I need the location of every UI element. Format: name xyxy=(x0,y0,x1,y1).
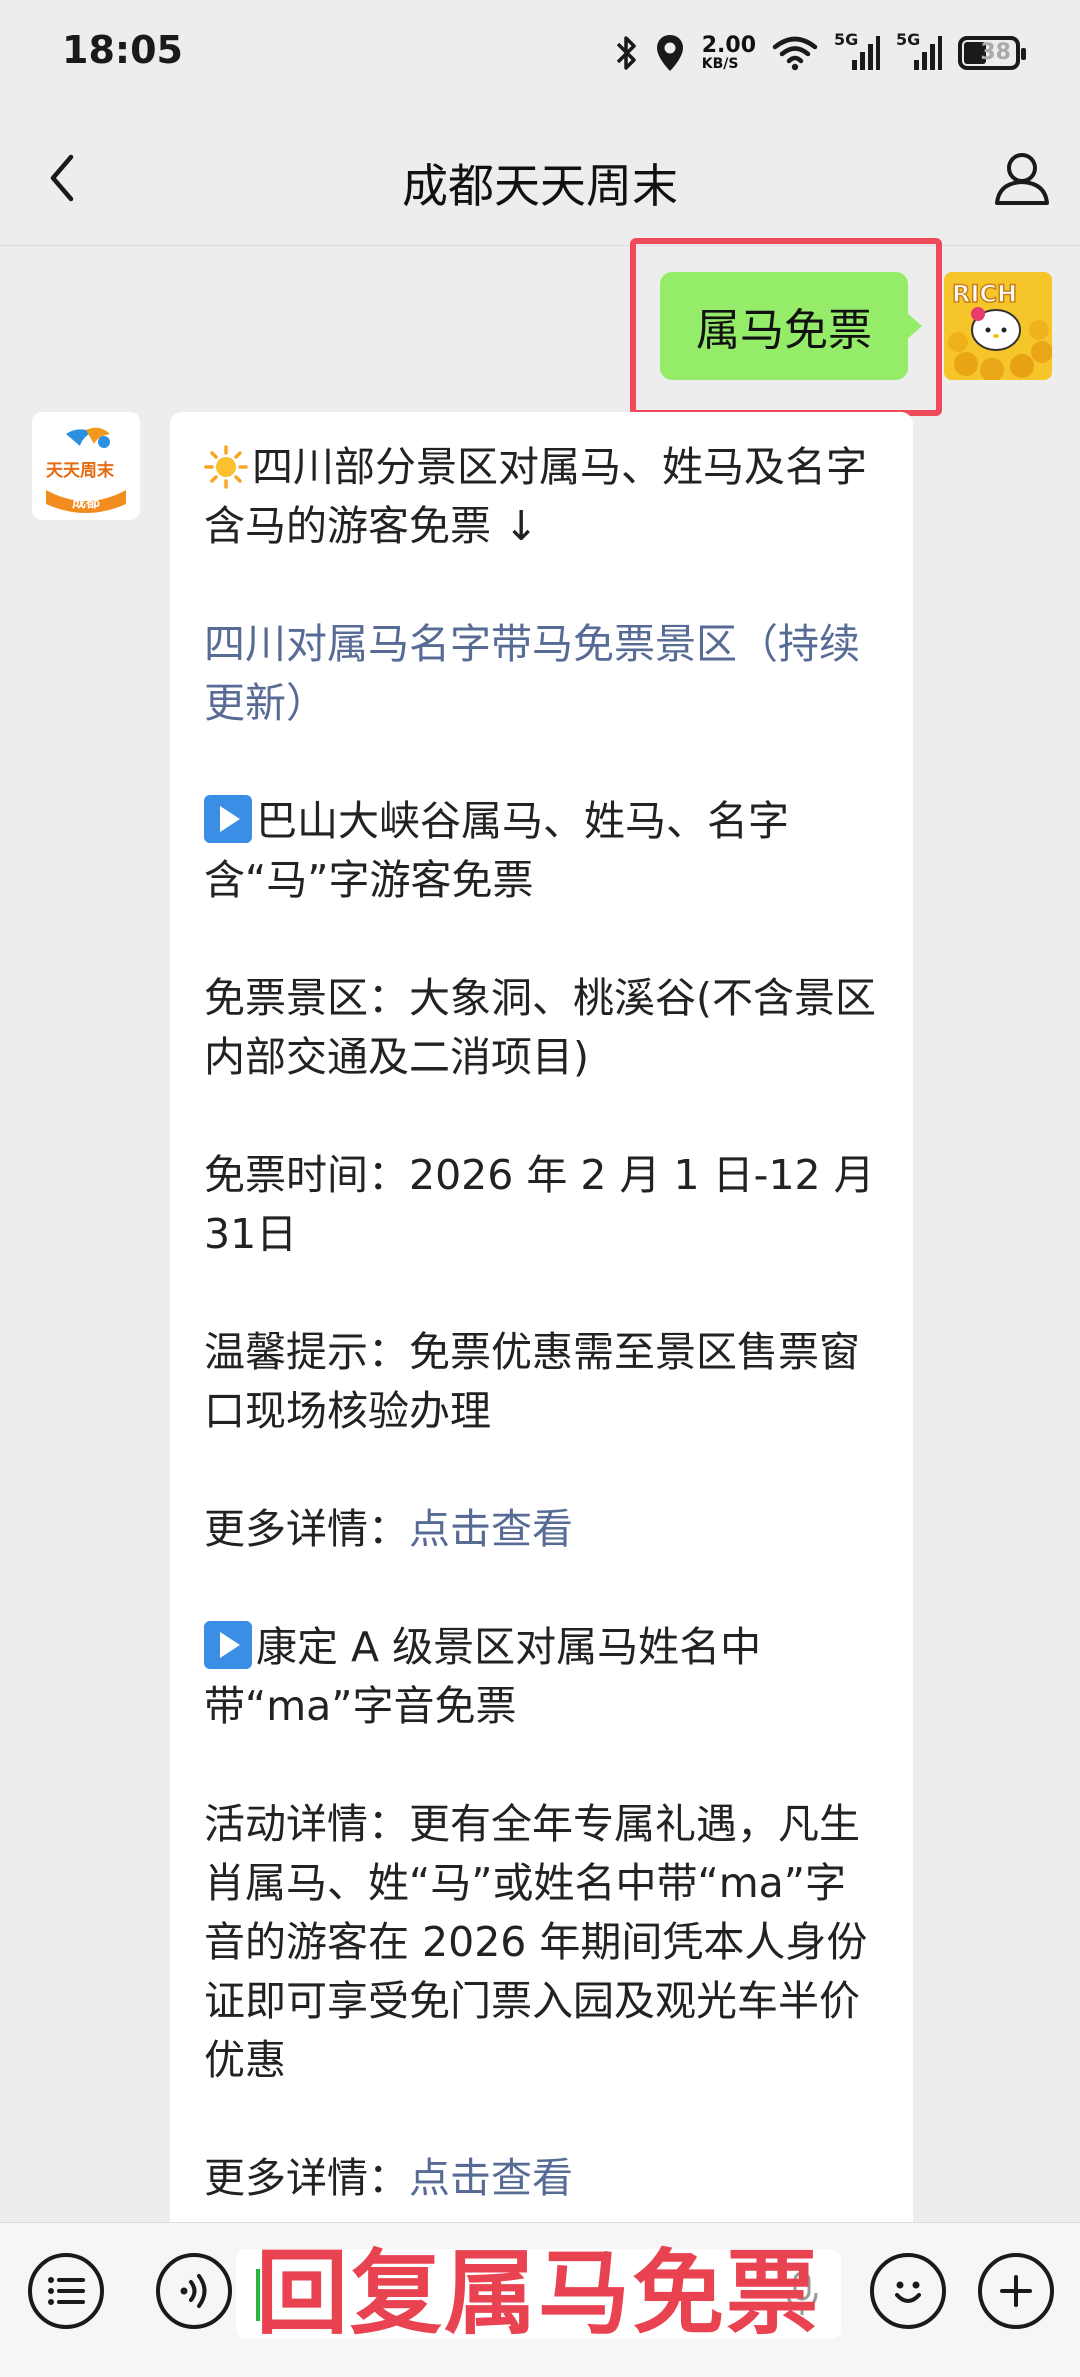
cell-signal-icon-2: 5G xyxy=(896,30,942,72)
signal-label-1: 5G xyxy=(834,30,859,49)
section1-scenic: 免票景区：大象洞、桃溪谷(不含景区内部交通及二消项目) xyxy=(204,974,876,1081)
message-intro: 四川部分景区对属马、姓马及名字含马的游客免票 ↓ xyxy=(204,443,867,550)
section1-title: 巴山大峡谷属马、姓马、名字含“马”字游客免票 xyxy=(204,795,789,904)
more-actions-button[interactable] xyxy=(978,2253,1054,2329)
network-speed: 2.00 KB/S xyxy=(701,33,756,72)
status-icons: 2.00 KB/S 5G 5G 38 xyxy=(614,28,1026,78)
cell-signal-icon-1: 5G xyxy=(834,30,880,72)
battery-icon: 38 xyxy=(958,36,1026,70)
sent-message-text: 属马免票 xyxy=(696,305,872,356)
reply-hint-overlay: 回复属马免票 xyxy=(255,2240,820,2347)
plus-icon xyxy=(1000,2275,1032,2307)
section1-tip: 温馨提示：免票优惠需至景区售票窗口现场核验办理 xyxy=(204,1328,860,1435)
play-button-emoji-icon xyxy=(204,795,252,843)
smiley-icon xyxy=(895,2281,921,2303)
profile-button[interactable] xyxy=(990,146,1054,210)
voice-button[interactable] xyxy=(156,2253,232,2329)
section2-more: 更多详情：点击查看 xyxy=(204,2154,573,2202)
battery-level: 38 xyxy=(980,40,1011,65)
location-icon xyxy=(654,33,686,73)
menu-button[interactable] xyxy=(28,2253,104,2329)
article-link[interactable]: 四川对属马名字带马免票景区（持续更新） xyxy=(204,615,879,733)
status-bar: 18:05 2.00 KB/S 5G 5G 38 xyxy=(0,0,1080,110)
sun-emoji-icon xyxy=(204,445,248,489)
list-menu-icon xyxy=(48,2277,85,2305)
logo-text-top: 天天周末 xyxy=(46,461,114,481)
person-icon xyxy=(995,153,1049,205)
voice-icon xyxy=(180,2274,207,2308)
chat-header: 成都天天周末 xyxy=(0,110,1080,246)
section1-more: 更多详情：点击查看 xyxy=(204,1505,573,1553)
more-details-link-2[interactable]: 点击查看 xyxy=(409,2154,573,2202)
sent-message-bubble[interactable]: 属马免票 xyxy=(660,272,922,380)
emoji-button[interactable] xyxy=(870,2253,946,2329)
official-account-avatar[interactable]: 天天周末 成都 xyxy=(32,412,140,520)
section2-title: 康定 A 级景区对属马姓名中带“ma”字音免票 xyxy=(204,1621,762,1730)
wifi-icon xyxy=(772,35,818,71)
logo-text-bottom: 成都 xyxy=(72,495,100,511)
cartoon-avatar-image: RICH xyxy=(944,272,1052,380)
svg-text:RICH: RICH xyxy=(952,280,1017,308)
section2-detail: 活动详情：更有全年专属礼遇，凡生肖属马、姓“马”或姓名中带“ma”字音的游客在 … xyxy=(204,1800,868,2084)
bluetooth-icon xyxy=(614,34,638,72)
more-details-link-1[interactable]: 点击查看 xyxy=(409,1505,573,1553)
received-message-bubble: 四川部分景区对属马、姓马及名字含马的游客免票 ↓ 四川对属马名字带马免票景区（持… xyxy=(170,412,913,2232)
section1-time: 免票时间：2026 年 2 月 1 日-12 月 31日 xyxy=(204,1151,875,1258)
chat-title: 成都天天周末 xyxy=(402,159,678,213)
status-time: 18:05 xyxy=(62,28,183,72)
user-avatar[interactable]: RICH xyxy=(944,272,1052,380)
play-button-emoji-icon xyxy=(204,1621,252,1669)
signal-label-2: 5G xyxy=(896,30,921,49)
